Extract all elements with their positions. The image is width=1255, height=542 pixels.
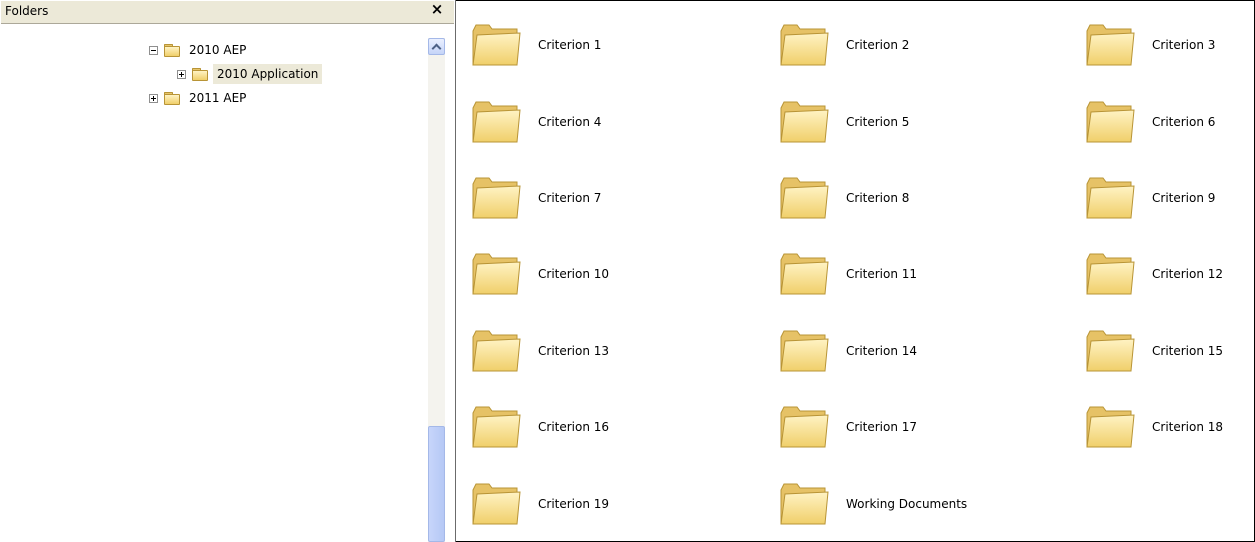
folder-icon [472,101,521,143]
folder-icon [780,330,829,372]
folder-item[interactable]: Criterion 3 [1084,21,1254,81]
folder-item[interactable]: Criterion 1 [470,21,760,81]
folder-icon [472,24,521,66]
tree-item-label[interactable]: 2010 AEP [185,40,250,60]
folder-label: Criterion 12 [1152,267,1224,281]
folder-item[interactable]: Criterion 10 [470,250,760,310]
folder-label: Criterion 8 [846,191,910,205]
collapse-icon[interactable] [149,45,158,55]
folder-icon [1086,101,1135,143]
tree-item-label[interactable]: 2011 AEP [185,88,250,108]
folder-icon [1086,177,1135,219]
folder-label: Working Documents [846,497,968,511]
folder-icon [164,91,180,105]
folder-icon [780,253,829,295]
folder-item[interactable]: Criterion 15 [1084,327,1254,387]
folder-item[interactable]: Criterion 4 [470,98,760,158]
folder-item[interactable]: Criterion 16 [470,403,760,463]
folder-label: Criterion 5 [846,115,910,129]
tree-item-2010-aep[interactable]: 2010 AEP [149,40,250,60]
folder-label: Criterion 2 [846,38,910,52]
folder-item[interactable]: Criterion 13 [470,327,760,387]
folder-item[interactable]: Criterion 9 [1084,174,1254,234]
pane-divider [1,23,454,24]
folder-icon [780,177,829,219]
folder-icon [780,406,829,448]
folder-item[interactable]: Criterion 8 [778,174,1068,234]
folder-icon [780,101,829,143]
folder-label: Criterion 17 [846,420,918,434]
folder-label: Criterion 9 [1152,191,1216,205]
folder-icon [1086,406,1135,448]
expand-icon[interactable] [149,93,158,103]
tree-item-2011-aep[interactable]: 2011 AEP [149,88,250,108]
folder-item[interactable]: Criterion 11 [778,250,1068,310]
folder-label: Criterion 13 [538,344,610,358]
folder-item[interactable]: Criterion 18 [1084,403,1254,463]
scroll-thumb[interactable] [428,426,445,542]
folder-label: Criterion 6 [1152,115,1216,129]
scroll-up-arrow-icon[interactable] [428,38,445,55]
close-icon[interactable]: × [430,1,444,17]
folder-label: Criterion 19 [538,497,610,511]
folder-label: Criterion 18 [1152,420,1224,434]
folders-pane-header: Folders × [1,1,454,23]
folder-icon [472,483,521,525]
folder-icon [780,483,829,525]
vertical-scrollbar[interactable] [428,38,445,542]
folder-label: Criterion 14 [846,344,918,358]
folder-label: Criterion 11 [846,267,918,281]
folder-item[interactable]: Criterion 2 [778,21,1068,81]
folder-icon [1086,330,1135,372]
folders-pane-title: Folders [5,4,49,18]
folder-item[interactable]: Criterion 17 [778,403,1068,463]
folder-contents-pane: Criterion 1 Criterion 2 Criterion 3 Criteri… [456,0,1254,542]
folder-item[interactable]: Criterion 12 [1084,250,1254,310]
folder-open-icon [164,43,180,57]
tree-item-label[interactable]: 2010 Application [213,64,323,84]
folders-pane: Folders × 2010 AEP 2010 Application 2011… [0,0,456,542]
folder-icon [780,24,829,66]
folder-label: Criterion 4 [538,115,602,129]
folder-item[interactable]: Criterion 19 [470,480,760,540]
folder-item[interactable]: Criterion 6 [1084,98,1254,158]
folder-item[interactable]: Criterion 7 [470,174,760,234]
folder-icon [1086,24,1135,66]
tree-item-2010-application[interactable]: 2010 Application [177,64,323,84]
folder-icon [472,253,521,295]
folder-icon [472,177,521,219]
folder-icon [1086,253,1135,295]
folder-label: Criterion 7 [538,191,602,205]
folder-item[interactable]: Criterion 14 [778,327,1068,387]
folder-open-icon [192,67,208,81]
folder-item[interactable]: Working Documents [778,480,1068,540]
folder-label: Criterion 10 [538,267,610,281]
expand-icon[interactable] [177,69,186,79]
folder-label: Criterion 16 [538,420,610,434]
folder-label: Criterion 1 [538,38,602,52]
folder-item[interactable]: Criterion 5 [778,98,1068,158]
folder-label: Criterion 3 [1152,38,1216,52]
folder-icon [472,330,521,372]
folder-label: Criterion 15 [1152,344,1224,358]
folder-icon [472,406,521,448]
